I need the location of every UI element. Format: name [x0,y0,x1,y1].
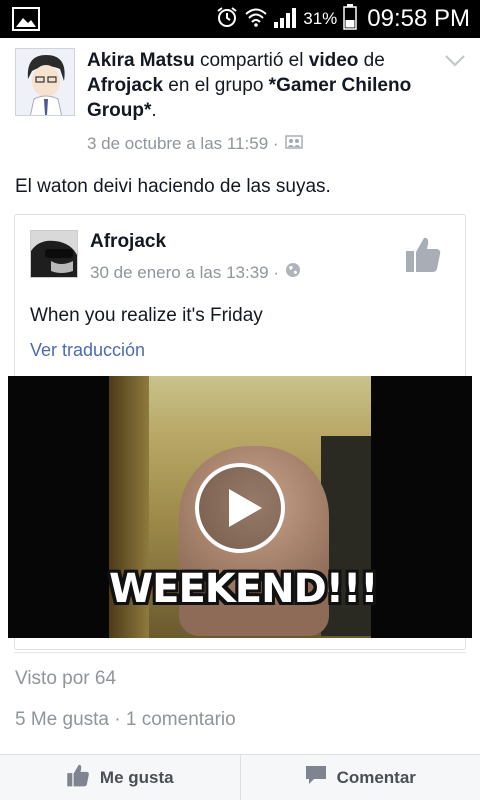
header-end: . [151,100,157,121]
video-player[interactable]: WEEKEND!!! [8,376,472,638]
seen-by-count[interactable]: Visto por 64 [15,668,116,690]
page-like-thumb-icon[interactable] [405,235,441,278]
like-button[interactable]: Me gusta [0,755,240,800]
thumbs-up-icon [66,763,90,792]
shared-post-text: When you realize it's Friday [30,305,263,326]
post-timestamp[interactable]: 3 de octubre a las 11:59 · [87,134,303,154]
shared-author-avatar[interactable] [30,230,78,278]
author-name-link[interactable]: Akira Matsu [87,50,195,71]
post-timestamp-text: 3 de octubre a las 11:59 · [87,134,279,153]
author-avatar[interactable] [15,48,75,116]
stats-divider [14,652,466,653]
video-link[interactable]: video [309,50,359,71]
gallery-notification-icon [12,7,40,36]
alarm-icon [215,5,239,34]
wifi-icon [245,7,267,32]
comment-button[interactable]: Comentar [239,755,480,800]
post-action-bar: Me gusta Comentar [0,754,480,800]
likes-comments-count[interactable]: 5 Me gusta · 1 comentario [15,709,236,731]
battery-percent: 31% [303,9,338,28]
feed-post-card: Akira Matsu compartió el video de Afroja… [0,38,480,754]
post-text: El waton deivi haciendo de las suyas. [15,176,331,197]
status-bar: 31% 09:58 PM [0,0,480,38]
of-prep: de [358,50,385,71]
clock: 09:58 PM [367,5,470,32]
battery-icon [343,3,358,35]
play-button-icon[interactable] [194,462,286,554]
source-page-link[interactable]: Afrojack [87,75,163,96]
post-header: Akira Matsu compartió el video de Afroja… [87,48,437,123]
like-button-label: Me gusta [99,767,174,787]
signal-icon [273,6,297,33]
shared-author-name[interactable]: Afrojack [90,231,166,253]
shared-timestamp[interactable]: 30 de enero a las 13:39 · [90,262,301,283]
video-caption: WEEKEND!!! [109,566,379,612]
globe-icon [285,262,301,283]
shared-timestamp-text: 30 de enero a las 13:39 · [90,262,280,282]
group-audience-icon [284,134,303,154]
comment-button-label: Comentar [336,767,416,787]
in-group-text: en el grupo [163,75,269,96]
shared-verb: compartió el [194,50,309,71]
see-translation-link[interactable]: Ver traducción [30,340,145,361]
comment-bubble-icon [305,765,327,790]
chevron-down-icon[interactable] [444,54,466,73]
